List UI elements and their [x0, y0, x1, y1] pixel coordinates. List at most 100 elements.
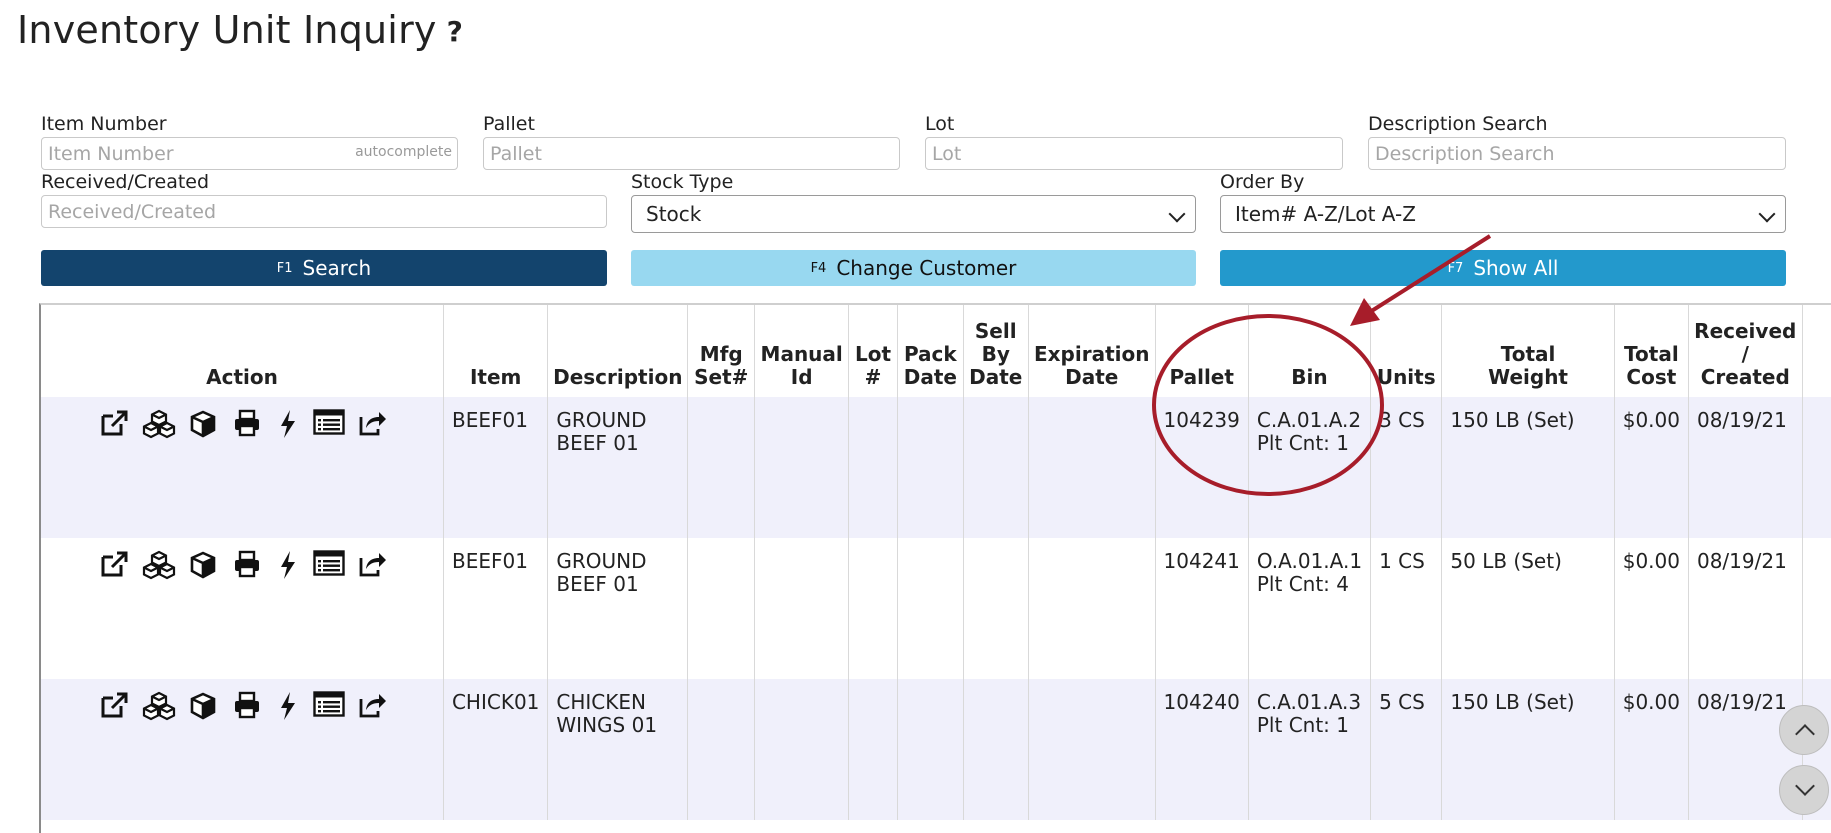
bolt-icon[interactable] — [269, 550, 307, 584]
received-created-text: 08/19/21 — [1696, 408, 1787, 432]
external-link-icon[interactable] — [93, 409, 137, 443]
col-received-created[interactable]: Received / Created — [1688, 305, 1803, 397]
units-cell: 3 CS — [1370, 397, 1443, 538]
col-pack-date[interactable]: Pack Date — [897, 305, 964, 397]
expiration-date-cell — [1028, 538, 1156, 679]
col-action[interactable]: Action — [41, 305, 444, 397]
cubes-icon[interactable] — [137, 409, 181, 443]
item-cell: CHICK01 — [443, 679, 549, 820]
col-pallet[interactable]: Pallet — [1155, 305, 1249, 397]
stock-type-value: Stock — [646, 202, 702, 226]
item-number-field: Item Number autocomplete — [41, 113, 458, 170]
help-icon[interactable]: ? — [447, 15, 463, 48]
expiration-date-cell — [1028, 679, 1156, 820]
table-row[interactable]: BEEF01 GROUND BEEF 01 104241 O.A.01.A.1 Plt C… — [41, 538, 1831, 679]
show-all-button[interactable]: F7 Show All — [1220, 250, 1786, 286]
bolt-icon[interactable] — [269, 409, 307, 443]
item-cell: BEEF01 — [443, 538, 549, 679]
pallet-label: Pallet — [483, 113, 535, 135]
col-sell-by-date[interactable]: Sell By Date — [963, 305, 1029, 397]
col-total-cost[interactable]: Total Cost — [1614, 305, 1689, 397]
bolt-icon[interactable] — [269, 691, 307, 725]
pallet-text: 104241 — [1163, 549, 1240, 573]
cubes-icon[interactable] — [137, 550, 181, 584]
list-icon[interactable] — [307, 550, 351, 584]
order-by-field: Order By Item# A-Z/Lot A-Z — [1220, 171, 1786, 233]
lot-label: Lot — [925, 113, 955, 135]
scroll-up-button[interactable] — [1779, 705, 1829, 755]
list-icon[interactable] — [307, 691, 351, 725]
search-shortcut: F1 — [276, 260, 293, 276]
pallet-input[interactable] — [484, 138, 899, 169]
stock-type-field: Stock Type Stock — [631, 171, 1196, 233]
received-created-cell: 08/19/21 — [1688, 397, 1803, 538]
col-bin[interactable]: Bin — [1248, 305, 1372, 397]
col-description[interactable]: Description — [547, 305, 689, 397]
total-cost-cell: $0.00 — [1614, 679, 1689, 820]
description-search-label: Description Search — [1368, 113, 1548, 135]
total-weight-cell: 150 LB (Set) — [1441, 397, 1615, 538]
share-icon[interactable] — [351, 691, 395, 725]
table-header-row: Action Item Description Mfg Set# Manual Id… — [41, 305, 1831, 397]
chevron-down-icon — [1168, 205, 1186, 223]
units-text: 1 CS — [1379, 549, 1425, 573]
col-lot[interactable]: Lot # — [848, 305, 899, 397]
mfg-set-cell — [687, 538, 756, 679]
description-search-input[interactable] — [1369, 138, 1785, 169]
change-customer-button[interactable]: F4 Change Customer — [631, 250, 1196, 286]
inventory-table: Action Item Description Mfg Set# Manual Id… — [41, 305, 1831, 820]
bin-cell: C.A.01.A.2 Plt Cnt: 1 — [1248, 397, 1372, 538]
list-icon[interactable] — [307, 409, 351, 443]
received-created-input[interactable] — [42, 196, 606, 227]
share-icon[interactable] — [351, 550, 395, 584]
print-icon[interactable] — [225, 550, 269, 584]
table-row[interactable]: CHICK01 CHICKEN WINGS 01 104240 C.A.01.A.3 Pl… — [41, 679, 1831, 820]
col-expiration-date[interactable]: Expiration Date — [1028, 305, 1156, 397]
description-text: CHICKEN — [556, 690, 646, 714]
scroll-down-button[interactable] — [1779, 765, 1829, 815]
received-created-text: 08/19/21 — [1696, 690, 1787, 714]
external-link-icon[interactable] — [93, 691, 137, 725]
description-cell: GROUND BEEF 01 — [547, 397, 689, 538]
search-button[interactable]: F1 Search — [41, 250, 607, 286]
cube-icon[interactable] — [181, 550, 225, 584]
description-text: GROUND — [556, 408, 647, 432]
col-units[interactable]: Units — [1370, 305, 1443, 397]
show-all-shortcut: F7 — [1447, 260, 1464, 276]
col-mfg-set[interactable]: Mfg Set# — [687, 305, 756, 397]
manual-id-cell — [754, 538, 849, 679]
description-text: GROUND — [556, 549, 647, 573]
bin-text: C.A.01.A.2 — [1256, 408, 1362, 432]
bin-cell: O.A.01.A.1 Plt Cnt: 4 — [1248, 538, 1372, 679]
pallet-cell: 104239 — [1155, 397, 1249, 538]
chevron-down-icon — [1758, 205, 1776, 223]
units-text: 3 CS — [1379, 408, 1425, 432]
print-icon[interactable] — [225, 691, 269, 725]
description-search-field: Description Search — [1368, 113, 1786, 170]
total-cost-text: $0.00 — [1622, 408, 1680, 432]
units-text: 5 CS — [1379, 690, 1425, 714]
col-item[interactable]: Item — [443, 305, 549, 397]
order-by-select[interactable]: Item# A-Z/Lot A-Z — [1220, 195, 1786, 233]
lot-input[interactable] — [926, 138, 1342, 169]
print-icon[interactable] — [225, 409, 269, 443]
external-link-icon[interactable] — [93, 550, 137, 584]
description-cell: CHICKEN WINGS 01 — [547, 679, 689, 820]
pack-date-cell — [897, 397, 964, 538]
pallet-cell: 104240 — [1155, 679, 1249, 820]
action-cell — [41, 397, 444, 538]
col-manual-id[interactable]: Manual Id — [754, 305, 849, 397]
mfg-set-cell — [687, 397, 756, 538]
inventory-table-container[interactable]: Action Item Description Mfg Set# Manual Id… — [39, 303, 1831, 833]
description-text: BEEF 01 — [556, 572, 639, 596]
col-total-weight[interactable]: Total Weight — [1441, 305, 1615, 397]
lot-cell — [848, 679, 899, 820]
cube-icon[interactable] — [181, 691, 225, 725]
cubes-icon[interactable] — [137, 691, 181, 725]
table-row[interactable]: BEEF01 GROUND BEEF 01 104239 C.A.01.A.2 Plt C… — [41, 397, 1831, 538]
stock-type-select[interactable]: Stock — [631, 195, 1196, 233]
share-icon[interactable] — [351, 409, 395, 443]
cube-icon[interactable] — [181, 409, 225, 443]
manual-id-cell — [754, 397, 849, 538]
autocomplete-hint: autocomplete — [355, 144, 452, 160]
